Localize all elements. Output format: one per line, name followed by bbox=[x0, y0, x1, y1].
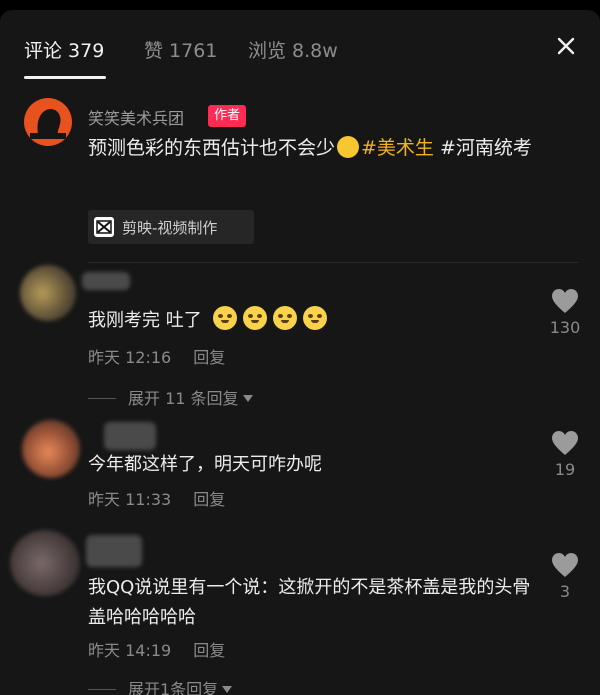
tab-views[interactable]: 浏览 8.8w bbox=[248, 36, 338, 63]
commenter-name[interactable] bbox=[86, 535, 142, 567]
reply-button[interactable]: 回复 bbox=[193, 490, 225, 509]
commenter-avatar[interactable] bbox=[22, 420, 80, 478]
expand-replies-button[interactable]: 展开1条回复 bbox=[88, 676, 233, 695]
app-chip-label: 剪映-视频制作 bbox=[122, 219, 218, 237]
like-count: 130 bbox=[549, 318, 581, 337]
tab-bar: 评论 379 赞 1761 浏览 8.8w bbox=[0, 10, 600, 88]
flushed-emoji-icon bbox=[303, 306, 328, 330]
commenter-name[interactable] bbox=[82, 272, 130, 290]
comment-text: 今年都这样了，明天可咋办呢 bbox=[88, 454, 322, 475]
active-tab-indicator bbox=[24, 76, 106, 79]
tab-comments[interactable]: 评论 379 bbox=[24, 36, 104, 63]
author-name[interactable]: 笑笑美术兵团 bbox=[88, 105, 184, 129]
divider bbox=[88, 262, 578, 263]
commenter-name[interactable] bbox=[104, 422, 156, 450]
emoji-group bbox=[213, 306, 333, 331]
author-badge: 作者 bbox=[208, 105, 247, 127]
shush-emoji-icon bbox=[337, 136, 360, 158]
comment-meta: 昨天 12:16 回复 bbox=[88, 344, 225, 368]
hashtag-meishusheng[interactable]: #美术生 bbox=[361, 137, 434, 159]
commenter-avatar[interactable] bbox=[20, 265, 76, 321]
comment-meta: 昨天 14:19 回复 bbox=[88, 637, 225, 661]
comments-sheet: 评论 379 赞 1761 浏览 8.8w 笑笑美术兵团 作者 预测色彩的东西估… bbox=[0, 10, 600, 695]
close-button[interactable] bbox=[552, 32, 580, 60]
comment-text-content: 我刚考完 吐了 bbox=[88, 310, 202, 331]
comment-time: 昨天 12:16 bbox=[88, 348, 172, 367]
tab-likes[interactable]: 赞 1761 bbox=[144, 36, 217, 63]
reply-button[interactable]: 回复 bbox=[193, 641, 225, 660]
heart-icon[interactable] bbox=[551, 288, 579, 314]
expand-line bbox=[88, 689, 116, 690]
comment-text: 我刚考完 吐了 bbox=[88, 306, 548, 336]
heart-icon[interactable] bbox=[551, 430, 579, 456]
flushed-emoji-icon bbox=[243, 306, 268, 330]
flushed-emoji-icon bbox=[213, 306, 238, 330]
like-count: 19 bbox=[554, 460, 576, 479]
brand-logo bbox=[30, 109, 66, 139]
commenter-avatar[interactable] bbox=[10, 530, 80, 596]
post-caption: 预测色彩的东西估计也不会少 #美术生 #河南统考 bbox=[88, 133, 548, 164]
expand-replies-button[interactable]: 展开 11 条回复 bbox=[88, 385, 253, 408]
comment-time: 昨天 14:19 bbox=[88, 641, 172, 660]
expand-replies-label: 展开1条回复 bbox=[128, 680, 219, 695]
comment-meta: 昨天 11:33 回复 bbox=[88, 486, 225, 510]
comment-time: 昨天 11:33 bbox=[88, 490, 172, 509]
author-avatar[interactable] bbox=[24, 98, 72, 146]
caret-down-icon bbox=[242, 395, 253, 402]
reply-button[interactable]: 回复 bbox=[193, 348, 225, 367]
flushed-emoji-icon bbox=[273, 306, 298, 330]
app-source-chip[interactable]: 剪映-视频制作 bbox=[88, 210, 254, 244]
comment-text: 我QQ说说里有一个说：这掀开的不是茶杯盖是我的头骨盖哈哈哈哈哈 bbox=[88, 577, 531, 628]
expand-line bbox=[88, 398, 116, 399]
capcut-icon bbox=[94, 217, 114, 237]
expand-replies-label: 展开 11 条回复 bbox=[128, 389, 239, 408]
hashtag-henan[interactable]: #河南统考 bbox=[440, 137, 532, 159]
caption-text: 预测色彩的东西估计也不会少 bbox=[88, 137, 336, 159]
like-count: 3 bbox=[559, 582, 571, 601]
close-icon bbox=[557, 37, 575, 55]
heart-icon[interactable] bbox=[551, 552, 579, 578]
caret-down-icon bbox=[222, 686, 233, 693]
